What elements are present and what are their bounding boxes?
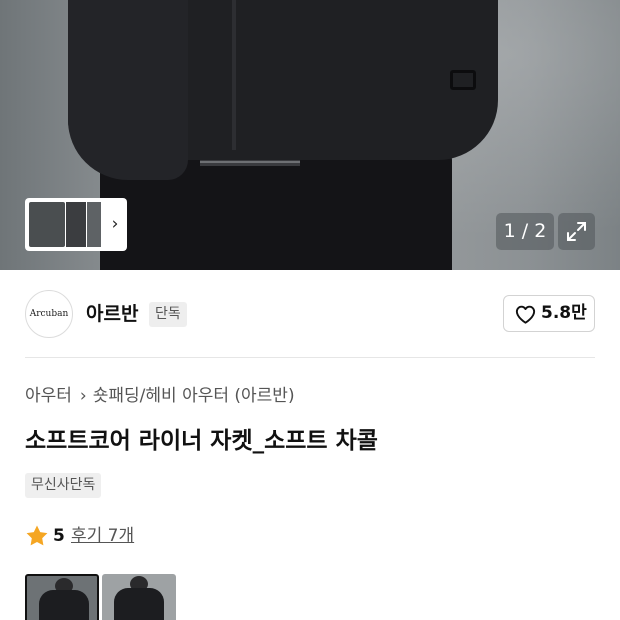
breadcrumb-item-subcategory[interactable]: 숏패딩/헤비 아우터 (아르반) bbox=[93, 386, 295, 406]
like-button[interactable]: 5.8만 bbox=[503, 295, 595, 332]
image-thumbnail-strip[interactable]: › bbox=[25, 198, 127, 251]
expand-button[interactable] bbox=[558, 213, 595, 250]
brand-name[interactable]: 아르반 bbox=[86, 300, 138, 328]
breadcrumb: 아우터 › 숏패딩/헤비 아우터 (아르반) bbox=[25, 383, 295, 409]
product-main-image[interactable]: › 1 / 2 bbox=[0, 0, 620, 270]
chevron-right-icon: › bbox=[79, 386, 87, 406]
image-jacket-buckle bbox=[450, 70, 476, 90]
thumbnail-3[interactable] bbox=[87, 202, 101, 247]
brand-logo[interactable]: Arcuban bbox=[25, 290, 73, 338]
like-count: 5.8만 bbox=[541, 303, 587, 323]
breadcrumb-item-category[interactable]: 아우터 bbox=[25, 386, 72, 406]
option-image-jacket bbox=[114, 588, 164, 620]
rating-value: 5 bbox=[53, 526, 65, 546]
star-icon bbox=[26, 525, 48, 546]
product-title: 소프트코어 라이너 자켓_소프트 차콜 bbox=[25, 428, 378, 454]
heart-icon bbox=[515, 305, 536, 324]
image-jacket-sleeve bbox=[68, 0, 188, 180]
thumbnail-2[interactable] bbox=[66, 202, 86, 247]
color-option-2[interactable] bbox=[102, 574, 176, 620]
chevron-right-icon[interactable]: › bbox=[105, 213, 125, 235]
expand-icon bbox=[567, 222, 586, 241]
color-option-1[interactable] bbox=[25, 574, 99, 620]
option-image-jacket bbox=[39, 590, 89, 620]
review-link[interactable]: 후기 7개 bbox=[71, 522, 134, 550]
brand-exclusive-badge: 단독 bbox=[149, 302, 187, 327]
divider bbox=[25, 357, 595, 358]
image-pager: 1 / 2 bbox=[496, 213, 554, 250]
thumbnail-1[interactable] bbox=[29, 202, 65, 247]
exclusive-tag: 무신사단독 bbox=[25, 473, 102, 498]
image-jacket-seam bbox=[232, 0, 236, 150]
